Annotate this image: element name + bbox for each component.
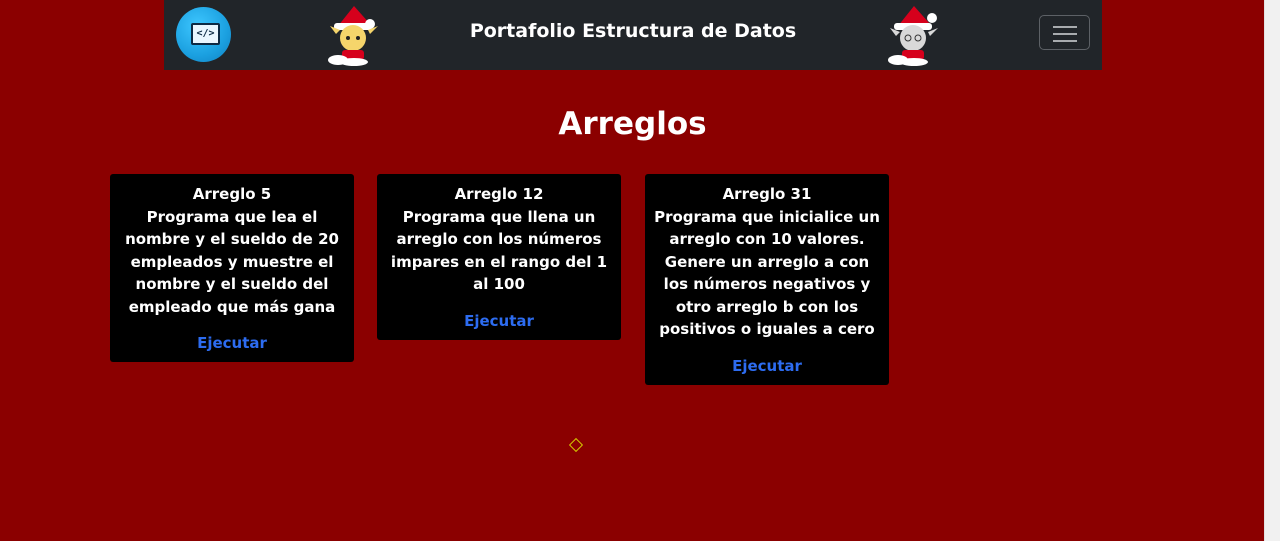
card-title: Arreglo 31 [722,185,812,203]
card-arreglo-31: Arreglo 31 Programa que inicialice un ar… [645,174,889,385]
card-arreglo-5: Arreglo 5 Programa que lea el nombre y e… [110,174,354,362]
card-description: Programa que lea el nombre y el sueldo d… [125,207,339,316]
top-navbar: </> Portafolio Estructura de Datos [164,0,1102,70]
hamburger-menu-button[interactable] [1039,15,1090,50]
card-description: Programa que inicialice un arreglo con 1… [654,207,880,339]
card-title: Arreglo 12 [454,185,544,203]
page-title: Arreglos [558,106,707,142]
card-title: Arreglo 5 [192,185,272,203]
santa-character-icon [888,6,938,66]
card-arreglo-12: Arreglo 12 Programa que llena un arreglo… [377,174,621,340]
sparkle-decoration [568,437,584,453]
ejecutar-link[interactable]: Ejecutar [653,357,881,375]
page-scrollbar[interactable] [1264,0,1280,541]
card-description: Programa que llena un arreglo con los nú… [390,207,608,294]
ejecutar-link[interactable]: Ejecutar [118,334,346,352]
ejecutar-link[interactable]: Ejecutar [385,312,613,330]
site-title[interactable]: Portafolio Estructura de Datos [164,20,1102,42]
hamburger-menu-icon [1053,26,1077,28]
